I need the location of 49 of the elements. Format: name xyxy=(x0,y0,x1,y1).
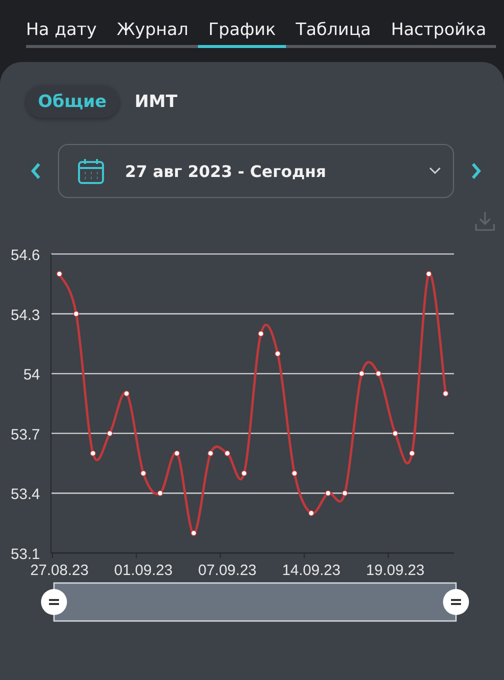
data-point xyxy=(73,310,80,317)
next-button[interactable] xyxy=(470,162,482,180)
data-point xyxy=(409,450,416,456)
x-axis-label: 27.08.23 xyxy=(30,562,89,579)
previous-button[interactable] xyxy=(30,162,42,180)
data-point xyxy=(241,470,248,476)
data-point xyxy=(140,470,146,476)
x-axis-label: 14.09.23 xyxy=(282,562,340,579)
chart-type-tab[interactable]: Общие xyxy=(26,86,119,118)
data-point xyxy=(208,450,214,456)
data-point xyxy=(90,450,96,456)
data-point xyxy=(442,390,449,397)
data-point xyxy=(426,270,432,277)
data-point xyxy=(342,490,348,496)
x-axis-label: 19.09.23 xyxy=(366,562,424,579)
date-range-value: 27 авг 2023 - Сегодня xyxy=(125,162,328,180)
y-axis-label: 54.6 xyxy=(10,247,40,264)
range-navigator[interactable] xyxy=(41,582,469,622)
data-point xyxy=(157,490,164,496)
y-axis-label: 53.1 xyxy=(10,546,40,563)
data-point xyxy=(258,330,264,337)
nav-tab[interactable]: Настройка xyxy=(380,16,496,48)
chevron-down-icon xyxy=(429,167,441,175)
y-axis-label: 53.7 xyxy=(10,426,40,444)
nav-tab[interactable]: Журнал xyxy=(106,16,198,48)
data-point xyxy=(174,450,180,456)
nav-tab[interactable]: График xyxy=(198,16,286,48)
data-point xyxy=(224,450,230,456)
data-point xyxy=(56,270,62,277)
data-point xyxy=(291,470,298,476)
chart-type-tab[interactable]: ИМТ xyxy=(122,86,190,118)
data-point xyxy=(375,370,382,377)
data-point xyxy=(190,530,197,536)
nav-tab[interactable]: На дату xyxy=(26,16,107,48)
y-axis-label: 53.4 xyxy=(10,486,40,504)
data-point xyxy=(106,430,113,436)
data-point xyxy=(308,510,314,516)
data-point xyxy=(124,390,130,397)
data-point xyxy=(392,430,398,436)
calendar-icon xyxy=(77,157,105,185)
y-axis-label: 54 xyxy=(23,366,40,384)
data-point xyxy=(274,350,281,357)
x-axis-label: 01.09.23 xyxy=(114,562,173,579)
data-point xyxy=(358,370,365,377)
x-axis-label: 07.09.23 xyxy=(198,562,256,579)
date-range-field[interactable]: 27 авг 2023 - Сегодня xyxy=(58,144,454,198)
nav-tab[interactable]: Таблица xyxy=(286,16,381,48)
y-axis-label: 54.3 xyxy=(10,306,40,324)
data-point xyxy=(325,490,332,496)
